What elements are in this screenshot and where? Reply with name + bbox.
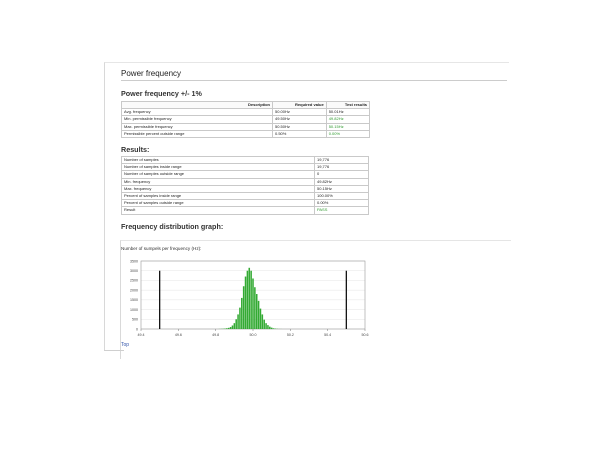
graph-caption: Number of sumpels per frequency (Hz): [121, 246, 202, 251]
table-row: Min. frequency 49.82Hz [121, 177, 369, 186]
y-tick-label: 1000 [130, 308, 138, 312]
histogram-bar [231, 325, 234, 329]
table-row: Percent of samples inside range 100.00% [121, 192, 369, 201]
histogram-bar [259, 308, 262, 329]
row-required: 50.00Hz [272, 108, 327, 117]
row-required: 49.50Hz [272, 115, 327, 124]
result-label: Percent of samples outside range [121, 199, 315, 208]
y-tick-label: 1500 [130, 298, 138, 302]
table-row: Permissible percent outside range 0.50% … [121, 129, 371, 139]
table-row: Number of samples inside range 19,776 [121, 163, 369, 172]
histogram-bar [269, 326, 271, 329]
page-bottom-divider [104, 350, 124, 351]
results-table: Number of samples 19,776 Number of sample… [121, 155, 369, 215]
histogram-bar [226, 328, 228, 329]
row-description: Avg. frequency [121, 108, 273, 117]
top-link[interactable]: Top [121, 342, 129, 348]
row-required: 0.50% [272, 129, 327, 139]
table-header-row: Description Required value Test results [121, 100, 371, 110]
result-value: 100.00% [314, 192, 369, 201]
histogram-bar [233, 323, 236, 329]
result-value: 19,776 [314, 155, 369, 165]
result-label: Percent of samples inside range [121, 192, 315, 201]
graph-title: Frequency distribution graph: [121, 222, 224, 231]
histogram-bar [250, 270, 252, 329]
requirements-table: Description Required value Test results … [121, 100, 371, 139]
x-tick-label: 50.2 [287, 333, 294, 337]
y-tick-label: 2500 [130, 279, 138, 283]
row-result: 50.01Hz [325, 108, 371, 117]
result-value: 50.15Hz [314, 184, 369, 194]
histogram-bar [252, 278, 254, 329]
row-description: Min. permissible frequency [121, 115, 273, 124]
histogram-bar [248, 267, 251, 329]
title-divider [121, 80, 507, 81]
histogram-bar [267, 325, 269, 329]
row-result: 0.00% [325, 129, 371, 139]
x-tick-label: 49.6 [175, 333, 182, 337]
histogram-bar [241, 297, 243, 329]
header-description: Description [121, 100, 273, 110]
header-results: Test results [325, 100, 371, 110]
histogram-bar [239, 307, 241, 329]
row-description: Max. permissible frequency [121, 122, 273, 131]
results-title: Results: [121, 145, 150, 154]
x-tick-label: 49.8 [212, 333, 219, 337]
histogram-bar [272, 328, 275, 329]
histogram-bar [242, 286, 245, 329]
y-tick-label: 0 [136, 327, 138, 331]
page-title: Power frequency [121, 69, 182, 78]
result-label: Number of samples outside range [121, 170, 315, 179]
table-row: Number of samples 19,776 [121, 155, 369, 165]
table-row: Max. permissible frequency 50.50Hz 50.15… [121, 122, 371, 131]
row-result: 50.15Hz [325, 122, 371, 131]
result-label: Result [121, 206, 315, 215]
y-tick-label: 3000 [130, 269, 138, 273]
result-value: 19,776 [314, 163, 369, 172]
table-row: Percent of samples outside range 0.00% [121, 199, 369, 208]
y-tick-label: 500 [132, 318, 138, 322]
table-row: Min. permissible frequency 49.50Hz 49.82… [121, 115, 371, 124]
histogram-bar [255, 294, 258, 329]
table-row: Result PASS [121, 206, 369, 215]
histogram-bar [265, 323, 267, 329]
row-description: Permissible percent outside range [121, 129, 273, 139]
result-label: Number of samples [121, 155, 315, 165]
histogram-bar [229, 327, 232, 329]
x-tick-label: 50.6 [362, 333, 369, 337]
x-tick-label: 50.0 [250, 333, 257, 337]
histogram-bar [263, 319, 265, 329]
table-row: Avg. frequency 50.00Hz 50.01Hz [121, 108, 371, 117]
result-label: Number of samples inside range [121, 163, 315, 172]
histogram-bar [244, 276, 247, 329]
histogram-bar [227, 327, 230, 329]
result-value: 0 [314, 170, 369, 179]
result-label: Max. frequency [121, 184, 315, 194]
result-status: PASS [314, 206, 369, 215]
row-result: 49.82Hz [325, 115, 371, 124]
x-tick-label: 49.4 [138, 333, 145, 337]
histogram-bar [237, 314, 239, 329]
y-tick-label: 2000 [130, 288, 138, 292]
histogram-bar [254, 287, 256, 329]
x-tick-label: 50.4 [324, 333, 331, 337]
result-value: 0.00% [314, 199, 369, 208]
section-title: Power frequency +/- 1% [121, 89, 202, 98]
histogram-bar [257, 300, 260, 329]
histogram-bar [270, 327, 273, 329]
result-value: 49.82Hz [314, 177, 369, 186]
result-label: Min. frequency [121, 177, 315, 186]
histogram-bar [235, 319, 237, 329]
y-tick-label: 3500 [130, 259, 138, 263]
row-required: 50.50Hz [272, 122, 327, 131]
report-page: Power frequency Power frequency +/- 1% D… [104, 62, 511, 359]
histogram-bar [261, 314, 264, 329]
table-row: Number of samples outside range 0 [121, 170, 369, 179]
header-required: Required value [272, 100, 327, 110]
table-row: Max. frequency 50.15Hz [121, 184, 369, 194]
frequency-histogram: 0 500 1000 1500 2000 2500 3000 3500 49.4 49.6 49.8… [130, 259, 369, 337]
histogram-bar [246, 270, 249, 329]
